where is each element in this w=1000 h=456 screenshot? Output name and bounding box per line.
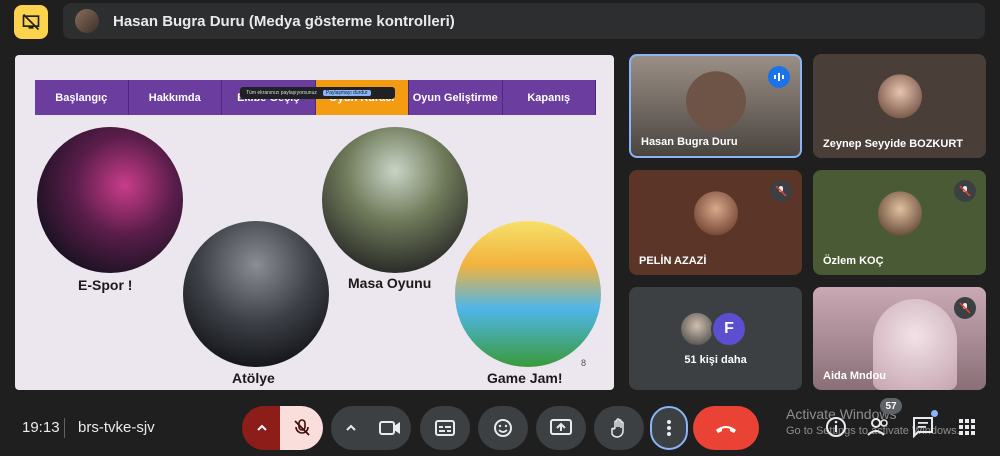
presenter-bar[interactable]: Hasan Bugra Duru (Medya gösterme kontrol…: [63, 3, 985, 39]
speaking-indicator: [768, 66, 790, 88]
participant-name: Hasan Bugra Duru: [641, 136, 738, 148]
present-screen-icon: [550, 419, 572, 435]
nav-item-hakkimda: Hakkımda: [129, 80, 222, 115]
participant-name: Aida Mndou: [823, 370, 886, 382]
game-jam-photo: [455, 221, 601, 367]
divider: [64, 418, 65, 438]
presenter-avatar: [75, 9, 99, 33]
video-camera-icon: [379, 421, 400, 435]
people-count-badge: 57: [880, 398, 902, 414]
more-participants-tile[interactable]: F 51 kişi daha: [629, 287, 802, 390]
end-call-icon: [716, 426, 736, 433]
participant-tile[interactable]: PELİN AZAZİ: [629, 170, 802, 275]
mic-off-icon: [293, 419, 310, 436]
meeting-code: brs-tvke-sjv: [78, 419, 155, 436]
mic-muted-indicator: [770, 180, 792, 202]
participant-name: PELİN AZAZİ: [639, 255, 707, 267]
apps-grid-icon: [959, 419, 975, 435]
mic-muted-indicator: [954, 297, 976, 319]
control-bar: 19:13 brs-tvke-sjv Activate Windows Go t…: [0, 398, 1000, 456]
share-popup-text: Tüm ekranınızı paylaşıyorsunuz: [246, 90, 317, 96]
chat-icon: [913, 417, 933, 438]
avatar: [877, 190, 922, 235]
masa-oyunu-photo: [322, 127, 468, 273]
nav-item-baslangic: Başlangıç: [35, 80, 129, 115]
presenter-label: Hasan Bugra Duru (Medya gösterme kontrol…: [113, 12, 455, 30]
clock: 19:13: [22, 419, 60, 436]
espor-photo: [37, 127, 183, 273]
people-icon: [867, 418, 888, 436]
participant-name: Özlem KOÇ: [823, 255, 884, 267]
avatar: [877, 74, 922, 119]
reactions-button[interactable]: [478, 406, 528, 450]
participant-tile[interactable]: Özlem KOÇ: [813, 170, 986, 275]
mic-off-icon: [959, 302, 971, 314]
atolye-caption: Atölye: [232, 370, 275, 386]
mic-muted-indicator: [954, 180, 976, 202]
share-popup: Tüm ekranınızı paylaşıyorsunuz Paylaşmay…: [240, 87, 395, 99]
slide-page-number: 8: [580, 358, 586, 368]
people-button[interactable]: [866, 414, 892, 440]
hand-icon: [611, 418, 624, 438]
meeting-info-button[interactable]: [823, 414, 849, 440]
nav-item-kapanis: Kapanış: [503, 80, 596, 115]
mic-off-icon: [775, 185, 787, 197]
video-options-button[interactable]: [331, 406, 371, 450]
notification-dot: [931, 410, 938, 417]
activities-button[interactable]: [954, 414, 980, 440]
participant-name: Zeynep Seyyide BOZKURT: [823, 138, 963, 150]
more-vert-icon: [667, 420, 671, 436]
info-icon: [826, 417, 846, 437]
nav-item-oyun-gelistirme: Oyun Geliştirme: [409, 80, 503, 115]
participant-tile[interactable]: Aida Mndou: [813, 287, 986, 390]
espor-caption: E-Spor !: [78, 277, 133, 293]
captions-button[interactable]: [420, 406, 470, 450]
chat-button[interactable]: [910, 410, 938, 440]
more-options-button[interactable]: [650, 406, 688, 450]
participant-tile[interactable]: Hasan Bugra Duru: [629, 54, 802, 158]
camera-toggle-button[interactable]: [369, 406, 411, 450]
leave-call-button[interactable]: [693, 406, 759, 450]
stop-sharing-button[interactable]: Paylaşmayı durdur: [322, 90, 371, 96]
screen-share-off-icon: [22, 13, 40, 31]
participant-tile[interactable]: Zeynep Seyyide BOZKURT: [813, 54, 986, 158]
emoji-icon: [494, 419, 512, 437]
shared-screen: Başlangıç Hakkımda Ekibe Geçiş Oyun Kura…: [15, 55, 614, 390]
raise-hand-button[interactable]: [594, 406, 644, 450]
game-jam-caption: Game Jam!: [487, 370, 563, 386]
chevron-up-icon: [257, 424, 267, 431]
masa-oyunu-caption: Masa Oyunu: [348, 275, 432, 291]
more-participants-label: 51 kişi daha: [684, 354, 747, 366]
present-screen-button[interactable]: [536, 406, 586, 450]
audio-level-icon: [774, 73, 784, 81]
mic-toggle-button[interactable]: [280, 406, 323, 450]
audio-options-button[interactable]: [242, 406, 282, 450]
avatar: [679, 311, 715, 347]
closed-captions-icon: [435, 420, 455, 436]
mic-off-icon: [959, 185, 971, 197]
present-toggle-button[interactable]: [14, 5, 48, 39]
avatar-initial: F: [711, 311, 747, 347]
avatar: [693, 190, 738, 235]
chevron-up-icon: [346, 424, 356, 431]
participant-video: [685, 71, 746, 132]
atolye-photo: [183, 221, 329, 367]
